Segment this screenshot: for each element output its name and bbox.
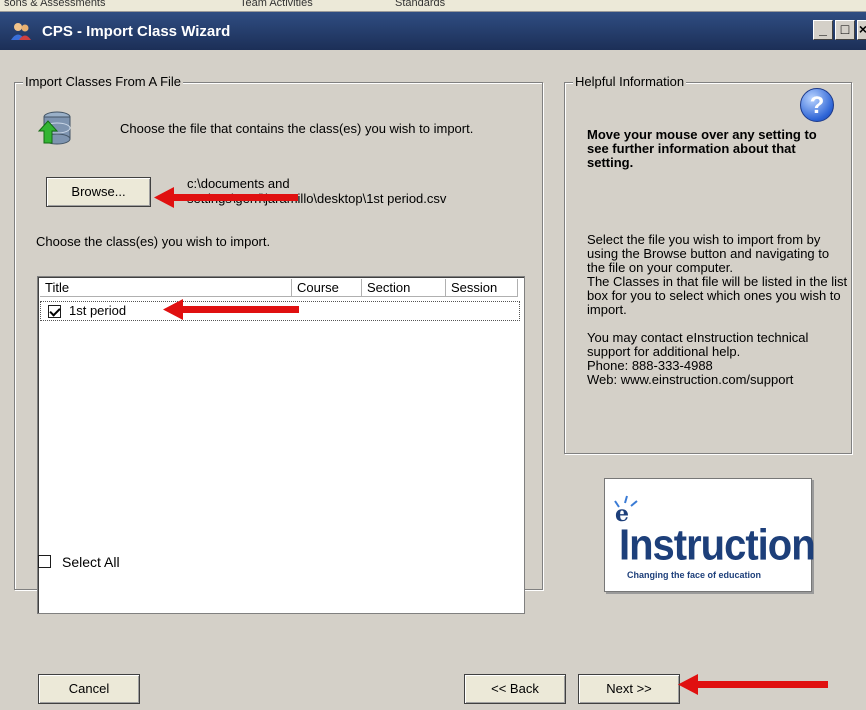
red-arrow-annotation	[678, 674, 828, 695]
back-button[interactable]: << Back	[464, 674, 566, 704]
help-web: Web: www.einstruction.com/support	[587, 372, 794, 387]
help-phone: Phone: 888-333-4988	[587, 358, 713, 373]
column-section[interactable]: Section	[362, 279, 446, 297]
help-bold-text: Move your mouse over any setting to see …	[587, 127, 817, 170]
help-paragraph: You may contact eInstruction technical s…	[587, 330, 809, 359]
help-group-legend: Helpful Information	[573, 74, 687, 89]
cancel-label: Cancel	[68, 681, 110, 696]
background-tab: sons & Assessments	[4, 0, 106, 9]
row-checkbox[interactable]	[48, 305, 61, 318]
back-label: << Back	[491, 681, 539, 696]
help-question-icon: ?	[800, 88, 834, 122]
browse-button[interactable]: Browse...	[46, 177, 151, 207]
helpful-information-group: Helpful Information ? Move your mouse ov…	[564, 74, 852, 454]
database-import-icon	[37, 111, 71, 145]
window-title: CPS - Import Class Wizard	[42, 22, 231, 40]
close-button[interactable]: ×	[857, 20, 866, 40]
background-tab: Standards	[395, 0, 446, 9]
background-window-strip: sons & Assessments Team Activities Stand…	[0, 0, 866, 12]
choose-classes-label: Choose the class(es) you wish to import.	[36, 234, 271, 249]
background-tab: Team Activities	[240, 0, 313, 9]
title-bar: CPS - Import Class Wizard _ □ ×	[0, 12, 866, 50]
column-title[interactable]: Title	[40, 279, 292, 297]
select-all-checkbox[interactable]	[38, 555, 51, 568]
maximize-button[interactable]: □	[835, 20, 855, 40]
row-title: 1st period	[69, 303, 127, 318]
users-app-icon	[11, 23, 31, 40]
column-session[interactable]: Session	[446, 279, 518, 297]
next-label: Next >>	[606, 681, 652, 696]
help-paragraph: The Classes in that file will be listed …	[587, 274, 848, 317]
cancel-button[interactable]: Cancel	[38, 674, 140, 704]
import-group-legend: Import Classes From A File	[23, 74, 184, 89]
help-body-text: Select the file you wish to import from …	[587, 233, 849, 387]
einstruction-logo: e Instruction Changing the face of educa…	[604, 478, 816, 592]
next-button[interactable]: Next >>	[578, 674, 680, 704]
logo-tagline: Changing the face of education	[627, 570, 762, 580]
select-all-label[interactable]: Select All	[62, 554, 120, 570]
logo-brand: Instruction	[619, 520, 816, 570]
red-arrow-annotation	[163, 299, 299, 320]
import-classes-group: Import Classes From A File Choose the fi…	[14, 74, 543, 614]
class-list-header: Title Course Section Session	[40, 279, 518, 297]
minimize-button[interactable]: _	[813, 20, 833, 40]
choose-file-instruction: Choose the file that contains the class(…	[120, 121, 474, 136]
red-arrow-annotation	[154, 187, 298, 208]
help-paragraph: Select the file you wish to import from …	[587, 232, 830, 275]
column-course[interactable]: Course	[292, 279, 362, 297]
